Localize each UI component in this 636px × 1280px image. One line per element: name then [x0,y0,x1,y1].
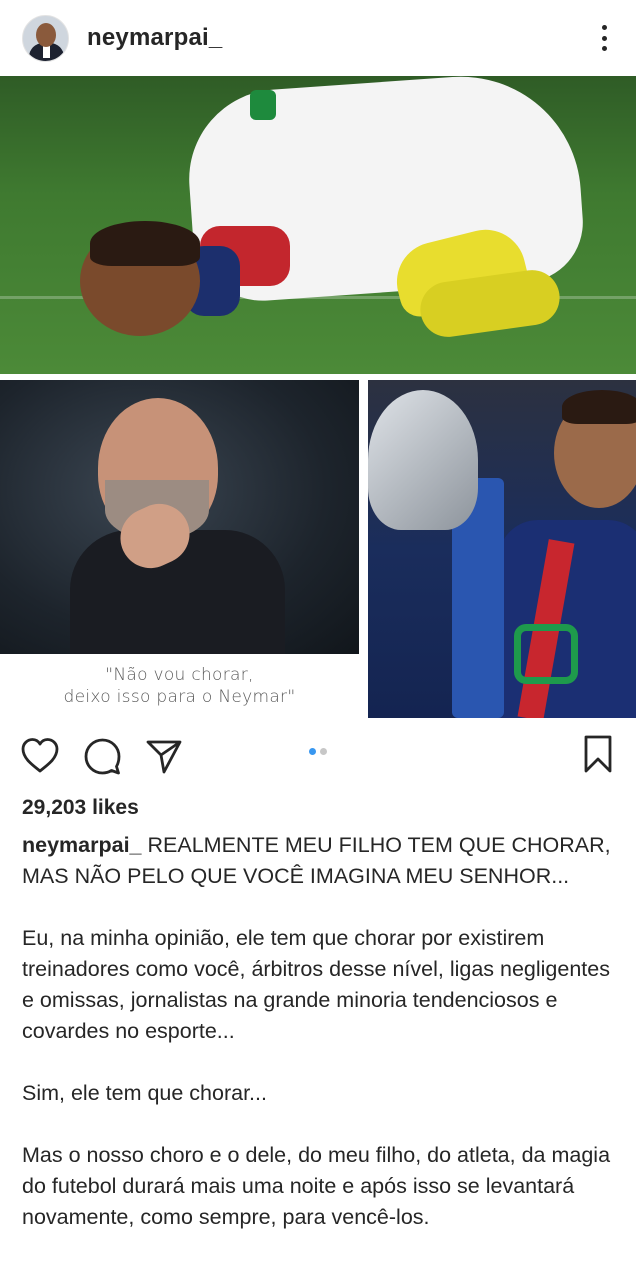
avatar-face [36,22,56,47]
like-count[interactable]: 29,203 likes [22,796,139,820]
comment-icon[interactable] [82,736,122,776]
carousel-indicator [309,748,327,755]
avatar[interactable] [22,14,69,62]
post-header: neymarpai_ [0,0,636,76]
heart-icon[interactable] [20,736,60,776]
trophy-celebration-photo [368,380,636,718]
injured-player-photo [0,76,636,374]
caption-username[interactable]: neymarpai_ [22,833,142,857]
send-icon[interactable] [144,736,184,776]
caption-paragraph: Eu, na minha opinião, ele tem que chorar… [22,926,610,1043]
coach-photo [0,380,359,654]
carousel-dot-active [309,748,316,755]
caption-paragraph: Sim, ele tem que chorar... [22,1081,267,1105]
image-quote-line-2: deixo isso para o Neymar" [63,687,296,707]
post-actions [0,718,636,798]
post-username[interactable]: neymarpai_ [87,24,222,52]
post-caption: neymarpai_ REALMENTE MEU FILHO TEM QUE C… [22,830,618,1233]
bookmark-icon[interactable] [578,734,618,774]
carousel-dot [320,748,327,755]
image-quote: "Não vou chorar, deixo isso para o Neyma… [0,654,359,718]
caption-first-paragraph: neymarpai_ REALMENTE MEU FILHO TEM QUE C… [22,830,618,892]
caption-paragraph: Mas o nosso choro e o dele, do meu filho… [22,1143,611,1229]
image-quote-line-1: "Não vou chorar, [105,665,254,685]
post-image[interactable]: "Não vou chorar, deixo isso para o Neyma… [0,76,636,718]
more-options-icon[interactable] [594,22,614,54]
